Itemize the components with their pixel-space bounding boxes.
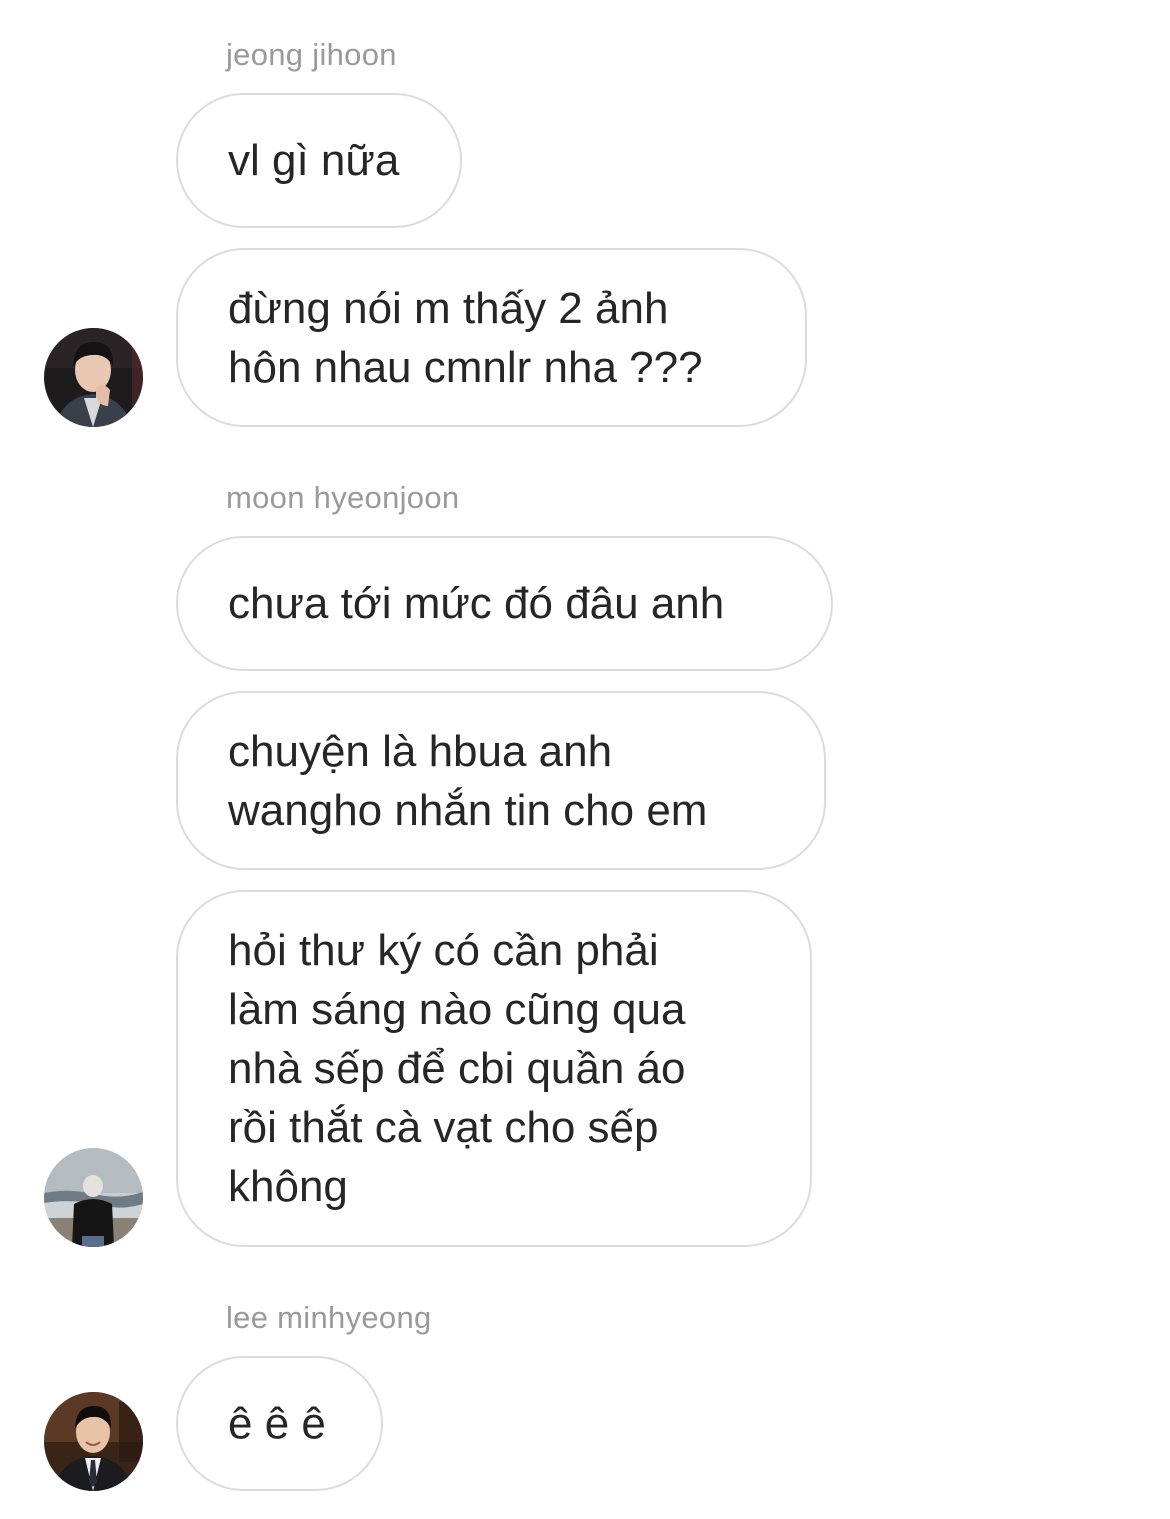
message-bubble[interactable]: ê ê ê bbox=[176, 1356, 383, 1491]
message-text: chuyện là hbua anh wangho nhắn tin cho e… bbox=[228, 726, 708, 835]
message-bubble[interactable]: chưa tới mức đó đâu anh bbox=[176, 536, 833, 671]
avatar[interactable] bbox=[44, 1392, 143, 1491]
sender-name[interactable]: lee minhyeong bbox=[226, 1300, 432, 1336]
message-text: đừng nói m thấy 2 ảnh hôn nhau cmnlr nha… bbox=[228, 283, 703, 392]
message-bubble[interactable]: vl gì nữa bbox=[176, 93, 462, 228]
message-bubble[interactable]: đừng nói m thấy 2 ảnh hôn nhau cmnlr nha… bbox=[176, 248, 807, 427]
message-text: hỏi thư ký có cần phải làm sáng nào cũng… bbox=[228, 926, 686, 1211]
sender-name[interactable]: moon hyeonjoon bbox=[226, 480, 459, 516]
message-text: chưa tới mức đó đâu anh bbox=[228, 579, 725, 628]
avatar[interactable] bbox=[44, 1148, 143, 1247]
sender-name[interactable]: jeong jihoon bbox=[226, 37, 397, 73]
profile-photo-icon bbox=[44, 1148, 143, 1247]
profile-photo-icon bbox=[44, 328, 143, 427]
message-bubble[interactable]: hỏi thư ký có cần phải làm sáng nào cũng… bbox=[176, 890, 812, 1247]
message-text: vl gì nữa bbox=[228, 136, 400, 185]
message-text: ê ê ê bbox=[228, 1399, 326, 1448]
message-bubble[interactable]: chuyện là hbua anh wangho nhắn tin cho e… bbox=[176, 691, 826, 870]
avatar[interactable] bbox=[44, 328, 143, 427]
profile-photo-icon bbox=[44, 1392, 143, 1491]
